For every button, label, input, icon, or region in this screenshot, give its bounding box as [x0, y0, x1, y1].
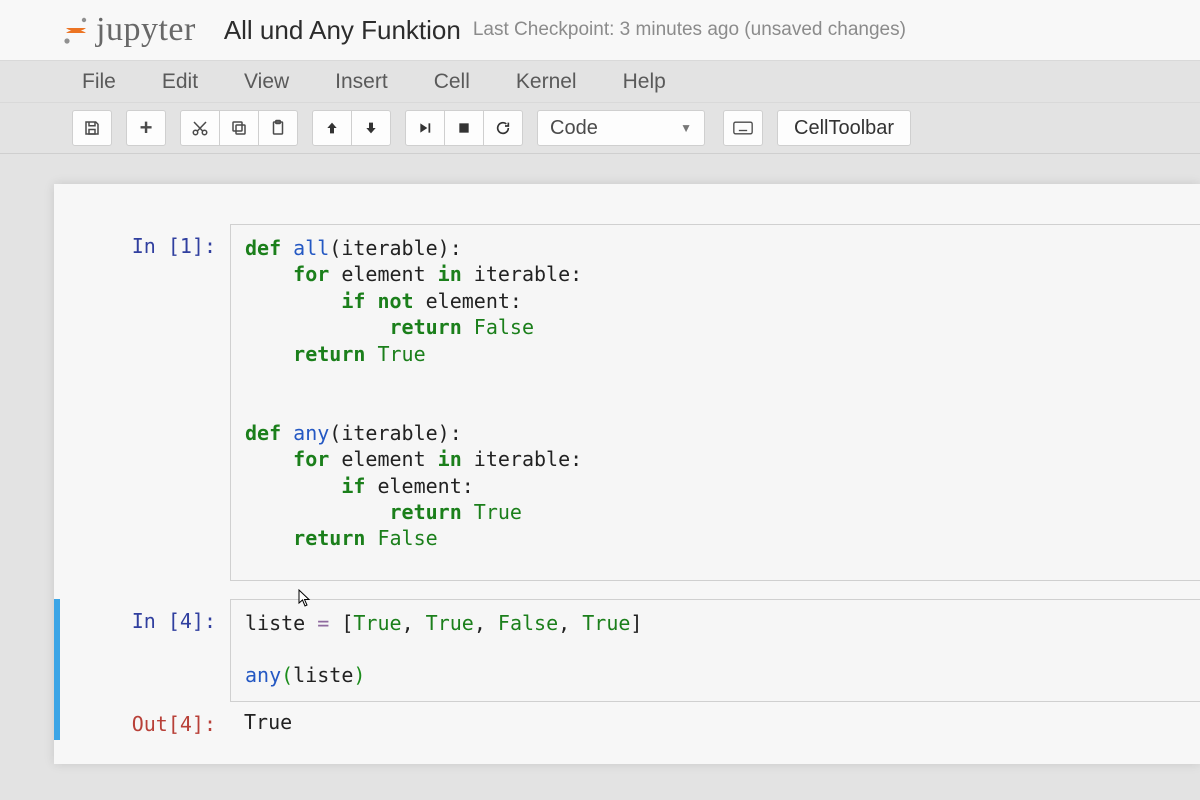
- paste-icon: [269, 119, 287, 137]
- interrupt-button[interactable]: [444, 110, 484, 146]
- arrow-up-icon: [324, 120, 340, 136]
- notebook-header: jupyter All und Any Funktion Last Checkp…: [0, 0, 1200, 60]
- menu-insert[interactable]: Insert: [335, 70, 388, 94]
- output-row: Out[4]: True: [54, 702, 1200, 740]
- checkpoint-time: 3 minutes ago: [620, 19, 739, 40]
- cut-button[interactable]: [180, 110, 220, 146]
- add-cell-button[interactable]: +: [126, 110, 166, 146]
- menu-help[interactable]: Help: [623, 70, 666, 94]
- step-forward-icon: [418, 121, 432, 135]
- code-editor[interactable]: def all(iterable): for element in iterab…: [230, 224, 1200, 581]
- output-value: True: [230, 702, 1200, 740]
- paste-button[interactable]: [258, 110, 298, 146]
- menu-cell[interactable]: Cell: [434, 70, 470, 94]
- edit-group: [180, 110, 304, 146]
- celltoolbar-button[interactable]: CellToolbar: [777, 110, 911, 146]
- move-down-button[interactable]: [351, 110, 391, 146]
- notebook-container: In [1]: def all(iterable): for element i…: [54, 184, 1200, 764]
- input-prompt: In [1]:: [60, 224, 230, 581]
- celltype-value: Code: [550, 117, 598, 140]
- checkpoint-status: Last Checkpoint: 3 minutes ago (unsaved …: [473, 19, 906, 41]
- restart-button[interactable]: [483, 110, 523, 146]
- copy-icon: [230, 119, 248, 137]
- jupyter-icon: [62, 16, 90, 44]
- command-palette-button[interactable]: [723, 110, 763, 146]
- code-editor[interactable]: liste = [True, True, False, True] any(li…: [230, 599, 1200, 702]
- keyboard-icon: [733, 121, 753, 135]
- menu-edit[interactable]: Edit: [162, 70, 198, 94]
- copy-button[interactable]: [219, 110, 259, 146]
- refresh-icon: [495, 120, 511, 136]
- menu-kernel[interactable]: Kernel: [516, 70, 577, 94]
- jupyter-logo[interactable]: jupyter: [62, 11, 196, 49]
- code-cell[interactable]: In [1]: def all(iterable): for element i…: [54, 224, 1200, 581]
- plus-icon: +: [140, 115, 153, 141]
- save-button[interactable]: [72, 110, 112, 146]
- save-icon: [83, 119, 101, 137]
- chevron-down-icon: ▼: [680, 121, 692, 135]
- menu-file[interactable]: File: [82, 70, 116, 94]
- run-group: [405, 110, 529, 146]
- jupyter-wordmark: jupyter: [96, 11, 196, 49]
- move-group: [312, 110, 397, 146]
- menu-view[interactable]: View: [244, 70, 289, 94]
- notebook-title[interactable]: All und Any Funktion: [224, 15, 461, 46]
- scissors-icon: [191, 119, 209, 137]
- checkpoint-suffix: (unsaved changes): [739, 19, 906, 40]
- notebook-scroll-area[interactable]: In [1]: def all(iterable): for element i…: [0, 154, 1200, 764]
- run-button[interactable]: [405, 110, 445, 146]
- output-prompt: Out[4]:: [60, 702, 230, 740]
- move-up-button[interactable]: [312, 110, 352, 146]
- input-prompt: In [4]:: [60, 599, 230, 702]
- code-cell[interactable]: In [4]: liste = [True, True, False, True…: [54, 599, 1200, 702]
- menubar: File Edit View Insert Cell Kernel Help: [0, 60, 1200, 102]
- stop-icon: [457, 121, 471, 135]
- celltoolbar-label: CellToolbar: [794, 117, 894, 140]
- celltype-dropdown[interactable]: Code ▼: [537, 110, 705, 146]
- arrow-down-icon: [363, 120, 379, 136]
- checkpoint-prefix: Last Checkpoint:: [473, 19, 620, 40]
- toolbar: +: [0, 102, 1200, 154]
